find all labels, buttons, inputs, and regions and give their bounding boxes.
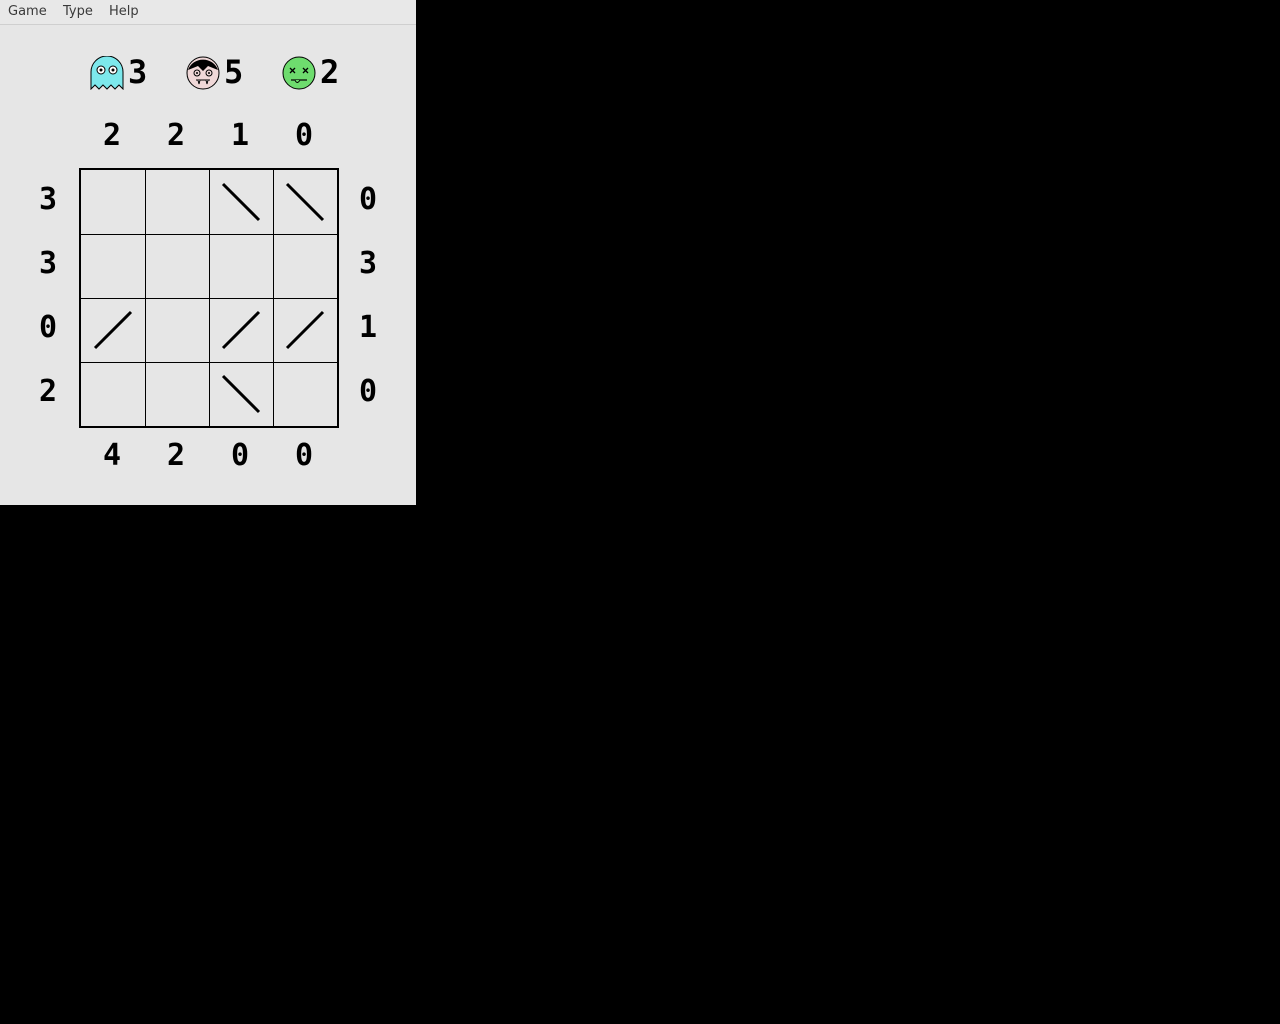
clue-bottom-4: 0 [294,438,314,473]
grid-cell-r4-c4[interactable] [273,362,337,426]
clue-bottom-2: 2 [166,438,186,473]
ghost-count: 3 [128,53,148,91]
clue-left-1: 3 [38,182,58,217]
clue-bottom-3: 0 [230,438,250,473]
grid-cell-r2-c3[interactable] [209,234,273,298]
clue-top-4: 0 [294,118,314,153]
grid-cell-r4-c2[interactable] [145,362,209,426]
menu-game[interactable]: Game [8,4,47,19]
vampire-count: 5 [224,53,244,91]
mirror-back-icon [221,182,261,222]
clue-right-4: 0 [358,374,378,409]
mirror-forward-icon [285,310,325,350]
mirror-line [285,182,325,222]
mirror-line [221,374,261,414]
grid-cell-r2-c2[interactable] [145,234,209,298]
grid-cell-r3-c4[interactable] [273,298,337,362]
grid-cell-r1-c1[interactable] [81,170,145,234]
mirror-forward-icon [93,310,133,350]
clue-left-4: 2 [38,374,58,409]
grid-cell-r3-c3[interactable] [209,298,273,362]
clue-top-1: 2 [102,118,122,153]
grid-cell-r3-c1[interactable] [81,298,145,362]
grid-cell-r4-c3[interactable] [209,362,273,426]
puzzle-grid [79,168,339,428]
menu-bar: Game Type Help [0,0,416,25]
clue-right-3: 1 [358,310,378,345]
clue-right-2: 3 [358,246,378,281]
mirror-line [285,310,325,350]
clue-left-3: 0 [38,310,58,345]
grid-cell-r4-c1[interactable] [81,362,145,426]
grid-cell-r3-c2[interactable] [145,298,209,362]
grid-cell-r1-c4[interactable] [273,170,337,234]
clue-left-2: 3 [38,246,58,281]
mirror-line [221,182,261,222]
grid-cell-r2-c1[interactable] [81,234,145,298]
mirror-back-icon [221,374,261,414]
menu-type[interactable]: Type [63,4,93,19]
zombie-icon [282,56,316,90]
mirror-line [93,310,133,350]
zombie-count: 2 [320,53,340,91]
menu-help[interactable]: Help [109,4,139,19]
game-window: Game Type Help 3 5 2 2 2 1 0 3 3 0 2 0 3… [0,0,416,505]
clue-top-3: 1 [230,118,250,153]
mirror-forward-icon [221,310,261,350]
clue-right-1: 0 [358,182,378,217]
grid-cell-r1-c3[interactable] [209,170,273,234]
mirror-back-icon [285,182,325,222]
vampire-icon [186,56,220,90]
ghost-icon [90,56,124,90]
mirror-line [221,310,261,350]
grid-cell-r2-c4[interactable] [273,234,337,298]
clue-top-2: 2 [166,118,186,153]
clue-bottom-1: 4 [102,438,122,473]
grid-cell-r1-c2[interactable] [145,170,209,234]
